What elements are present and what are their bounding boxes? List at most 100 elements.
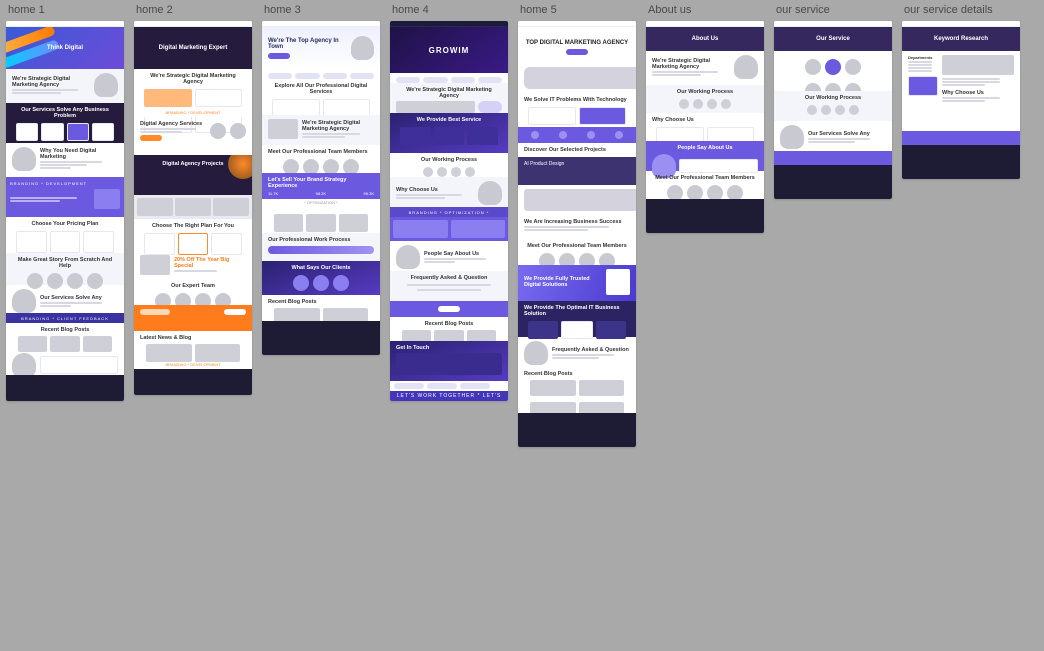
provide-section: We Provide Best Service bbox=[390, 113, 508, 153]
team-section: Meet Our Professional Team Members bbox=[518, 239, 636, 265]
content-area: Departments Why Choose Us bbox=[902, 51, 1020, 131]
faq-section: Frequently Asked & Question bbox=[518, 337, 636, 367]
section-heading: Our Services Solve Any bbox=[808, 131, 886, 137]
person-illustration bbox=[94, 73, 118, 97]
page-thumbnail-home5[interactable]: TOP DIGITAL MARKETING AGENCY We Solve IT… bbox=[518, 21, 636, 447]
column-label: home 1 bbox=[6, 4, 124, 16]
process-section: Our Working Process bbox=[646, 85, 764, 113]
section-heading: Let's Sell Your Brand Strategy Experienc… bbox=[268, 177, 374, 189]
section-heading: Frequently Asked & Question bbox=[396, 275, 502, 281]
column-home4: home 4 GROWIM We're Strategic Digital Ma… bbox=[390, 4, 508, 401]
person-illustration bbox=[524, 341, 548, 365]
section-heading: We're Strategic Digital Marketing Agency bbox=[302, 120, 374, 132]
section-heading: Discover Our Selected Projects bbox=[524, 147, 630, 153]
stat-value: 11.7K bbox=[268, 191, 278, 196]
hero-section: GROWIM bbox=[390, 27, 508, 73]
section-heading: We Are Increasing Business Success bbox=[524, 219, 630, 225]
cta-banner bbox=[134, 305, 252, 331]
cta-stats: Let's Sell Your Brand Strategy Experienc… bbox=[262, 173, 380, 199]
section-heading: We're Strategic Digital Marketing Agency bbox=[396, 87, 502, 99]
marquee-strip: * OPTIMIZATION * bbox=[262, 199, 380, 207]
section-heading: Our Services Solve Any Business Problem bbox=[12, 107, 118, 119]
column-about: About us About Us We're Strategic Digita… bbox=[646, 4, 764, 233]
section-heading: Meet Our Professional Team Members bbox=[268, 149, 374, 155]
column-label: home 2 bbox=[134, 4, 252, 16]
services-section: Digital Agency Services bbox=[134, 117, 252, 155]
solve-section: Our Services Solve Any bbox=[774, 121, 892, 151]
column-label: home 5 bbox=[518, 4, 636, 16]
section-heading: Get In Touch bbox=[396, 345, 502, 351]
page-thumbnail-home4[interactable]: GROWIM We're Strategic Digital Marketing… bbox=[390, 21, 508, 401]
column-label: our service details bbox=[902, 4, 1020, 16]
solve-section: We Solve IT Problems With Technology bbox=[518, 93, 636, 127]
section-heading: 20% Off The Year Big Special bbox=[174, 257, 246, 269]
marquee-strip: BRANDING * CLIENT FEEDBACK bbox=[6, 313, 124, 323]
page-thumbnail-service[interactable]: Our Service Our Working Process Our Serv… bbox=[774, 21, 892, 199]
footer bbox=[262, 321, 380, 355]
section-heading: We Solve IT Problems With Technology bbox=[524, 97, 630, 103]
blog-section: Recent Blog Posts bbox=[262, 295, 380, 321]
page-title-bar: Our Service bbox=[774, 27, 892, 51]
blog-section: Recent Blog Posts bbox=[390, 317, 508, 341]
section-heading: Frequently Asked & Question bbox=[552, 347, 630, 353]
page-thumbnail-service-details[interactable]: Keyword Research Departments Why Choose … bbox=[902, 21, 1020, 179]
project-thumb bbox=[524, 189, 636, 211]
section-heading: Digital Agency Services bbox=[140, 121, 210, 127]
column-home1: home 1 Think Digital We're Strategic Dig… bbox=[6, 4, 124, 401]
about-section: We're Strategic Digital Marketing Agency bbox=[134, 69, 252, 109]
footer bbox=[518, 413, 636, 447]
hero-section: Think Digital bbox=[6, 27, 124, 69]
section-heading: We're Strategic Digital Marketing Agency bbox=[140, 73, 246, 85]
page-title-bar: About Us bbox=[646, 27, 764, 51]
news-section: Latest News & Blog bbox=[134, 331, 252, 361]
hero-title: Digital Marketing Expert bbox=[159, 45, 228, 51]
footer bbox=[902, 145, 1020, 179]
partner-logos bbox=[390, 381, 508, 391]
pricing-section: Choose Your Pricing Plan bbox=[6, 217, 124, 253]
stats-band bbox=[518, 127, 636, 143]
section-heading: Our Professional Work Process bbox=[268, 237, 374, 243]
person-illustration bbox=[396, 245, 420, 269]
why-section: Why You Need Digital Marketing bbox=[6, 143, 124, 177]
person-illustration bbox=[12, 289, 36, 313]
why-section: Why Choose Us bbox=[646, 113, 764, 141]
pricing-section: We Provide The Optimal IT Business Solut… bbox=[518, 301, 636, 337]
solve-section: Our Services Solve Any bbox=[6, 285, 124, 313]
section-heading: Why Choose Us bbox=[942, 90, 1014, 96]
section-heading: Meet Our Professional Team Members bbox=[524, 243, 630, 249]
promo-section: 20% Off The Year Big Special bbox=[134, 251, 252, 279]
person-illustration bbox=[351, 36, 374, 60]
person-illustration bbox=[12, 353, 36, 377]
marquee-strip: BRANDING * OPTIMIZATION * bbox=[390, 207, 508, 217]
say-section: People Say About Us bbox=[646, 141, 764, 171]
template-gallery-board: home 1 Think Digital We're Strategic Dig… bbox=[6, 4, 1038, 447]
hero-title: We're The Top Agency In Town bbox=[268, 38, 351, 50]
section-heading: People Say About Us bbox=[652, 145, 758, 151]
stat-value: 99.3K bbox=[364, 191, 374, 196]
project-card: AI Product Design bbox=[518, 157, 636, 185]
portfolio-grid bbox=[262, 207, 380, 233]
page-thumbnail-about[interactable]: About Us We're Strategic Digital Marketi… bbox=[646, 21, 764, 233]
marquee-text: BRANDING * DEVELOPMENT bbox=[10, 181, 120, 186]
testimonial-section bbox=[6, 349, 124, 375]
team-section: Meet Our Professional Team Members bbox=[646, 171, 764, 199]
hero-title: Think Digital bbox=[47, 45, 83, 51]
page-thumbnail-home1[interactable]: Think Digital We're Strategic Digital Ma… bbox=[6, 21, 124, 401]
page-thumbnail-home3[interactable]: We're The Top Agency In Town Explore All… bbox=[262, 21, 380, 355]
page-thumbnail-home2[interactable]: Digital Marketing Expert We're Strategic… bbox=[134, 21, 252, 395]
section-heading: Why Choose Us bbox=[396, 187, 478, 193]
column-label: home 3 bbox=[262, 4, 380, 16]
explore-section: Explore All Our Professional Digital Ser… bbox=[262, 79, 380, 115]
showcase bbox=[390, 217, 508, 241]
section-heading: We Provide The Optimal IT Business Solut… bbox=[524, 305, 630, 317]
growth-section: We Are Increasing Business Success bbox=[518, 215, 636, 239]
team-section: Our Expert Team bbox=[134, 279, 252, 305]
section-heading: Make Great Story From Scratch And Help bbox=[12, 257, 118, 269]
price-value: $249 bbox=[562, 322, 592, 331]
section-heading: We Provide Fully Trusted Digital Solutio… bbox=[524, 276, 606, 288]
hero-section: We're The Top Agency In Town bbox=[262, 27, 380, 69]
section-heading: We're Strategic Digital Marketing Agency bbox=[12, 76, 94, 88]
story-section: Make Great Story From Scratch And Help bbox=[6, 253, 124, 285]
faq-section: Frequently Asked & Question bbox=[390, 271, 508, 301]
page-title: About Us bbox=[692, 36, 719, 42]
